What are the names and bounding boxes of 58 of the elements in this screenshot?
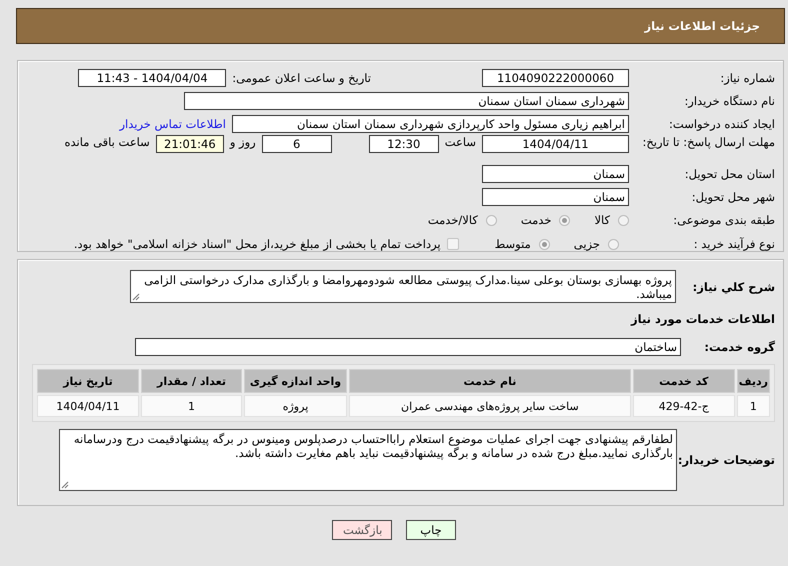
text-field[interactable]: سمنان [482,164,629,182]
table-cell: 1 [736,395,770,417]
field-label: تاریخ و ساعت اعلان عمومی: [232,70,371,84]
field-label: شهر محل تحویل: [690,190,775,204]
notes-field[interactable]: لطفارقم پیشنهادی جهت اجرای عملیات موضوع استعلام رابااحتساب درصدپلوس ومینوس در برگه پیشنهادقیمت درج ودرسامانه بارگذاری نمایید.مبلغ درج شده در سامانه و برگه پیشنهادقیمت نباید باهم مغایرت داشته باشد. [59,429,677,491]
text-field[interactable]: 1104090222000060 [482,68,629,86]
field-label: روز و [230,135,256,149]
resize-grip-icon [132,293,140,301]
text-field[interactable]: سمنان [482,188,629,206]
resize-grip-icon [61,481,69,489]
field-label: مهلت ارسال پاسخ: تا تاریخ: [641,135,775,149]
table-cell: 1404/04/11 [37,395,139,417]
column-header: واحد اندازه گیری [244,369,347,393]
field-label: نوع فرآیند خرید : [692,237,775,251]
column-header: تعداد / مقدار [141,369,242,393]
text-field[interactable]: ساختمان [135,338,681,356]
table-cell: 1 [141,395,242,417]
option-label: متوسط [494,237,531,251]
field-label: گروه خدمت: [703,340,775,354]
field-label: ساعت باقی مانده [64,135,150,149]
text-field[interactable]: ابراهیم زیاری مسئول واحد کارپردازی شهرداری سمنان استان سمنان [232,114,629,132]
column-header: نام خدمت [349,369,631,393]
table-cell: ج-42-429 [632,395,735,417]
option-label: خدمت [520,213,552,227]
field-label: طبقه بندی موضوعی: [672,213,775,227]
radio-button[interactable] [559,214,570,226]
option-label: جزیی [574,237,600,251]
field-label: شماره نیاز: [719,70,775,84]
checkbox[interactable] [446,238,459,250]
field-label: ساعت [444,135,476,149]
field-label: شرح کلي نياز: [692,280,775,294]
text-field[interactable]: 1404/04/11 [482,135,629,153]
countdown-field[interactable]: 21:01:46 [156,135,224,153]
page-title: جزئیات اطلاعات نیاز [644,19,760,33]
field-label: نام دستگاه خریدار: [683,94,775,108]
column-header: ردیف [736,369,770,393]
checkbox-label: پرداخت تمام یا بخشی از مبلغ خرید،از محل "اسناد خزانه اسلامی" خواهد بود. [74,237,441,251]
section-heading: اطلاعات خدمات مورد نياز [631,312,775,326]
table-cell: ساخت سایر پروژه‌های مهندسی عمران [349,395,631,417]
description-field[interactable]: پروژه بهسازی بوستان بوعلی سینا.مدارک پیوستی مطالعه شودومهروامضا و بارگذاری مدارک درخواستی الزامی میباشد. [130,270,676,303]
radio-button[interactable] [486,214,497,226]
field-label: استان محل تحویل: [684,166,775,180]
radio-button[interactable] [608,238,619,250]
text-field[interactable]: شهرداری سمنان استان سمنان [184,92,629,110]
option-label: کالا/خدمت [428,213,478,227]
table-cell: پروژه [244,395,347,417]
text-field[interactable]: 6 [262,135,332,153]
text-field[interactable]: 1404/04/04 - 11:43 [78,68,226,86]
text-field[interactable]: 12:30 [368,135,439,153]
back-button[interactable]: بازگشت [332,520,392,540]
option-label: کالا [594,213,610,227]
contact-link[interactable]: اطلاعات تماس خریدار [119,116,226,130]
column-header: کد خدمت [632,369,735,393]
field-label: ایجاد کننده درخواست: [668,116,775,130]
radio-button[interactable] [618,214,629,226]
print-button[interactable]: چاپ [406,520,456,540]
column-header: تاریخ نیاز [37,369,139,393]
radio-button[interactable] [538,238,550,250]
